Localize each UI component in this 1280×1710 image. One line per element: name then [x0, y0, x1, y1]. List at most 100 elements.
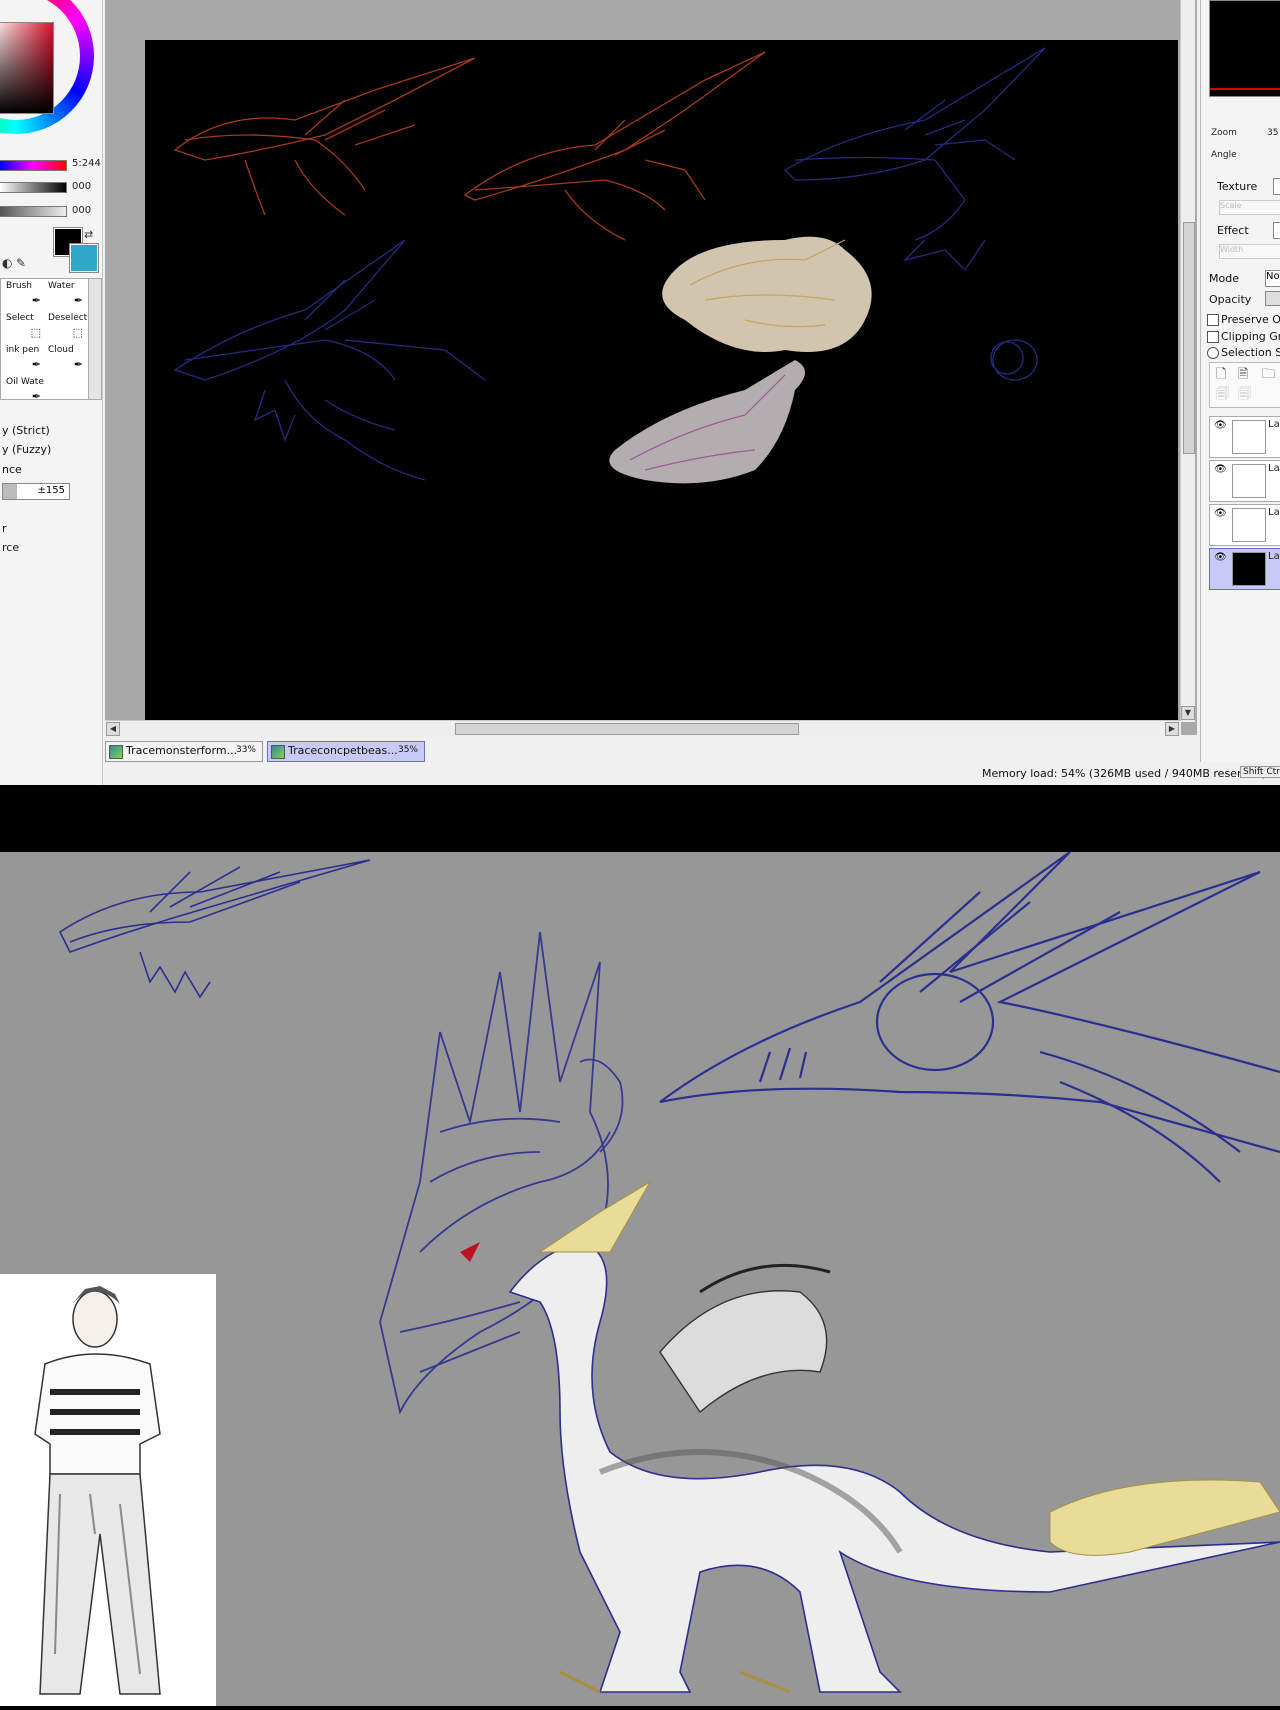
texture-dropdown[interactable]	[1273, 178, 1280, 195]
tool-oil-water[interactable]: Oil Wate ✒	[3, 375, 45, 405]
horizontal-scroll-thumb[interactable]	[455, 723, 799, 735]
effect-dropdown[interactable]	[1273, 222, 1280, 239]
value-value: 000	[72, 205, 92, 216]
deselect-icon: ⬚	[72, 326, 83, 339]
layer-item[interactable]: 👁 La	[1209, 416, 1280, 458]
width-field: Width	[1219, 244, 1280, 259]
tolerance-label: nce	[2, 463, 22, 476]
right-layer-panel: Zoom 35 Angle Texture Scale Effect Width…	[1200, 0, 1280, 762]
opacity-label: Opacity	[1209, 293, 1252, 306]
cloud-icon: ✒	[73, 358, 83, 371]
character-figure	[34, 1286, 161, 1695]
oil-water-icon: ✒	[31, 390, 41, 403]
value-slider[interactable]	[0, 206, 67, 217]
hue-value: 5:244	[72, 158, 101, 169]
eyedropper-icon[interactable]: ✎	[16, 256, 26, 270]
canvas-sketches	[173, 47, 1046, 484]
layer-item[interactable]: 👁 La	[1209, 460, 1280, 502]
red-eye	[460, 1242, 480, 1262]
brush-icon: ✒	[31, 294, 41, 307]
layer-thumbnail	[1232, 420, 1266, 454]
option-fuzzy[interactable]: y (Fuzzy)	[2, 443, 51, 456]
layer-toolbar: 🗋 🗎 🗀 🗐 🗐	[1209, 362, 1280, 408]
white-dragon-body	[508, 1180, 1280, 1694]
scale-field: Scale	[1219, 200, 1280, 215]
navigator-preview[interactable]	[1209, 0, 1280, 97]
large-dragon-head-sketch	[659, 851, 1280, 1183]
tool-ink-pen[interactable]: ink pen ✒	[3, 343, 45, 373]
tool-deselect[interactable]: Deselect ⬚	[45, 311, 87, 341]
zoom-label: Zoom	[1211, 128, 1237, 138]
clipping-group-label: Clipping Gro	[1221, 330, 1280, 343]
scroll-right-button[interactable]: ▶	[1165, 722, 1179, 736]
tool-water[interactable]: Water ✒	[45, 279, 87, 309]
preserve-opacity-label: Preserve Op	[1221, 313, 1280, 326]
layer-thumbnail	[1232, 552, 1266, 586]
red-dragon-sketch-2	[463, 51, 766, 241]
layer-item[interactable]: 👁 La	[1209, 504, 1280, 546]
left-tool-panel: 5:244 000 000 ⇄ ◐ ✎ Brush ✒ Water ✒ Select…	[0, 0, 103, 785]
mode-label: Mode	[1209, 272, 1239, 285]
new-linework-layer-icon[interactable]: 🗎	[1238, 365, 1248, 387]
tool-cloud[interactable]: Cloud ✒	[45, 343, 87, 373]
modifier-keys: Shift Ctrl	[1240, 766, 1280, 778]
selection-source-label: Selection So	[1221, 346, 1280, 359]
saturation-slider[interactable]	[0, 182, 67, 193]
zoom-value: 35	[1267, 128, 1279, 138]
saturation-value: 000	[72, 181, 92, 192]
cream-dragon-sketch	[662, 236, 872, 352]
mode-dropdown[interactable]: No	[1265, 270, 1280, 287]
tolerance-slider[interactable]: ±155	[2, 483, 70, 500]
angle-label: Angle	[1211, 150, 1237, 160]
effect-label: Effect	[1217, 224, 1249, 237]
hue-slider[interactable]	[0, 160, 67, 171]
paint-tool-window: 5:244 000 000 ⇄ ◐ ✎ Brush ✒ Water ✒ Select…	[0, 0, 1280, 785]
option-r[interactable]: r	[2, 522, 7, 535]
tab-tracemonsterform[interactable]: Tracemonsterform... 33%	[105, 741, 263, 762]
scroll-down-button[interactable]: ▼	[1181, 706, 1195, 720]
vertical-scrollbar[interactable]: ▼	[1180, 0, 1195, 722]
secondary-color-swatch[interactable]	[70, 244, 98, 272]
layer-item-selected[interactable]: 👁 La	[1209, 548, 1280, 590]
visibility-eye-icon[interactable]: 👁	[1214, 552, 1227, 563]
texture-label: Texture	[1217, 180, 1258, 193]
red-dragon-sketch-1	[173, 57, 476, 216]
option-strict[interactable]: y (Strict)	[2, 424, 50, 437]
tool-select[interactable]: Select ⬚	[3, 311, 45, 341]
select-icon: ⬚	[30, 326, 41, 339]
tool-brush[interactable]: Brush ✒	[3, 279, 45, 309]
swap-colors-icon[interactable]: ⇄	[84, 228, 93, 241]
selection-source-radio[interactable]	[1207, 347, 1219, 359]
merge-layer-icon[interactable]: 🗐	[1238, 385, 1251, 407]
visibility-eye-icon[interactable]: 👁	[1214, 420, 1227, 431]
saturation-value-square[interactable]	[0, 22, 54, 114]
clipping-group-checkbox[interactable]	[1207, 331, 1219, 343]
ink-pen-icon: ✒	[31, 358, 41, 371]
preserve-opacity-checkbox[interactable]	[1207, 314, 1219, 326]
opacity-slider[interactable]	[1265, 291, 1280, 306]
document-canvas[interactable]	[145, 40, 1178, 720]
option-rce[interactable]: rce	[2, 541, 19, 554]
layer-thumbnail	[1232, 508, 1266, 542]
artwork-preview	[0, 851, 1280, 1706]
tool-presets-grid: Brush ✒ Water ✒ Select ⬚ Deselect ⬚ ink pen ✒…	[0, 278, 90, 403]
new-folder-icon[interactable]: 🗀	[1262, 365, 1275, 387]
visibility-eye-icon[interactable]: 👁	[1214, 464, 1227, 475]
tab-traceconcpetbeas[interactable]: Traceconcpetbeas... 35%	[267, 741, 425, 762]
water-brush-icon: ✒	[73, 294, 83, 307]
vertical-scroll-thumb[interactable]	[1183, 222, 1195, 454]
document-tab-bar: Tracemonsterform... 33% Traceconcpetbeas…	[105, 740, 1197, 762]
new-layer-icon[interactable]: 🗋	[1216, 365, 1226, 387]
document-icon	[271, 745, 285, 759]
visibility-eye-icon[interactable]: 👁	[1214, 508, 1227, 519]
document-icon	[109, 745, 123, 759]
layer-thumbnail	[1232, 464, 1266, 498]
blue-dragon-sketch-2	[173, 239, 486, 481]
bucket-icon[interactable]: ◐	[2, 256, 12, 270]
horizontal-scrollbar[interactable]: ◀ ▶	[105, 720, 1181, 737]
tool-grid-scrollbar[interactable]	[88, 278, 102, 400]
character-reference-image	[0, 1274, 216, 1706]
scroll-left-button[interactable]: ◀	[106, 722, 120, 736]
pink-dragon-sketch	[609, 360, 805, 484]
copy-layer-icon[interactable]: 🗐	[1216, 385, 1229, 407]
